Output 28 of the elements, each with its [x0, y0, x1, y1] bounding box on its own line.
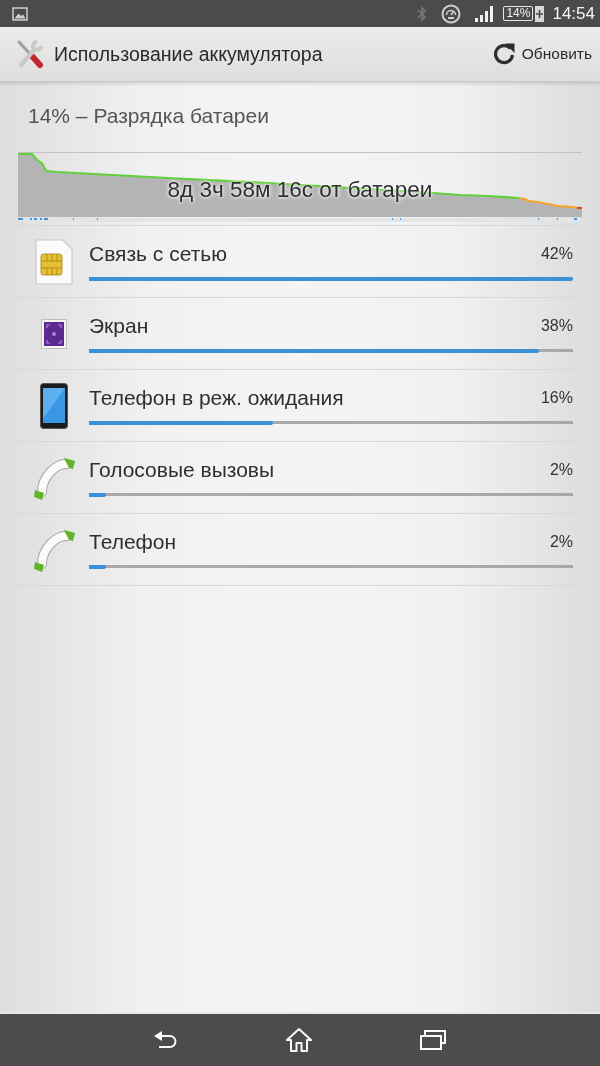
usage-percent: 16% [540, 389, 573, 407]
home-icon[interactable] [286, 1028, 312, 1052]
back-icon[interactable] [154, 1031, 178, 1049]
usage-percent: 2% [549, 533, 573, 551]
usage-name: Телефон [89, 530, 177, 554]
battery-summary: 14% – Разрядка батареи [27, 103, 270, 129]
usage-percent: 42% [540, 245, 573, 263]
speedometer-icon [441, 3, 462, 24]
usage-name: Голосовые вызовы [89, 458, 275, 482]
wrench-screwdriver-icon [16, 39, 44, 69]
usage-name: Связь с сетью [89, 242, 227, 266]
refresh-icon [491, 42, 516, 66]
bluetooth-icon [417, 4, 428, 23]
battery-percent: 14% [503, 6, 534, 21]
display-icon [40, 318, 67, 349]
usage-percent: 2% [549, 461, 573, 479]
charging-plus-icon [535, 5, 545, 22]
status-time: 14:54 [552, 3, 595, 24]
signal-icon [475, 5, 494, 22]
screen-title: Использование аккумулятора [54, 42, 324, 66]
picture-icon [12, 6, 28, 21]
usage-name: Экран [89, 314, 149, 338]
usage-name: Телефон в реж. ожидания [89, 386, 344, 410]
refresh-button[interactable]: Обновить [491, 42, 592, 66]
sim-card-icon [34, 238, 73, 285]
smartphone-icon [39, 382, 68, 429]
usage-percent: 38% [540, 317, 573, 335]
recent-apps-icon[interactable] [420, 1030, 446, 1050]
